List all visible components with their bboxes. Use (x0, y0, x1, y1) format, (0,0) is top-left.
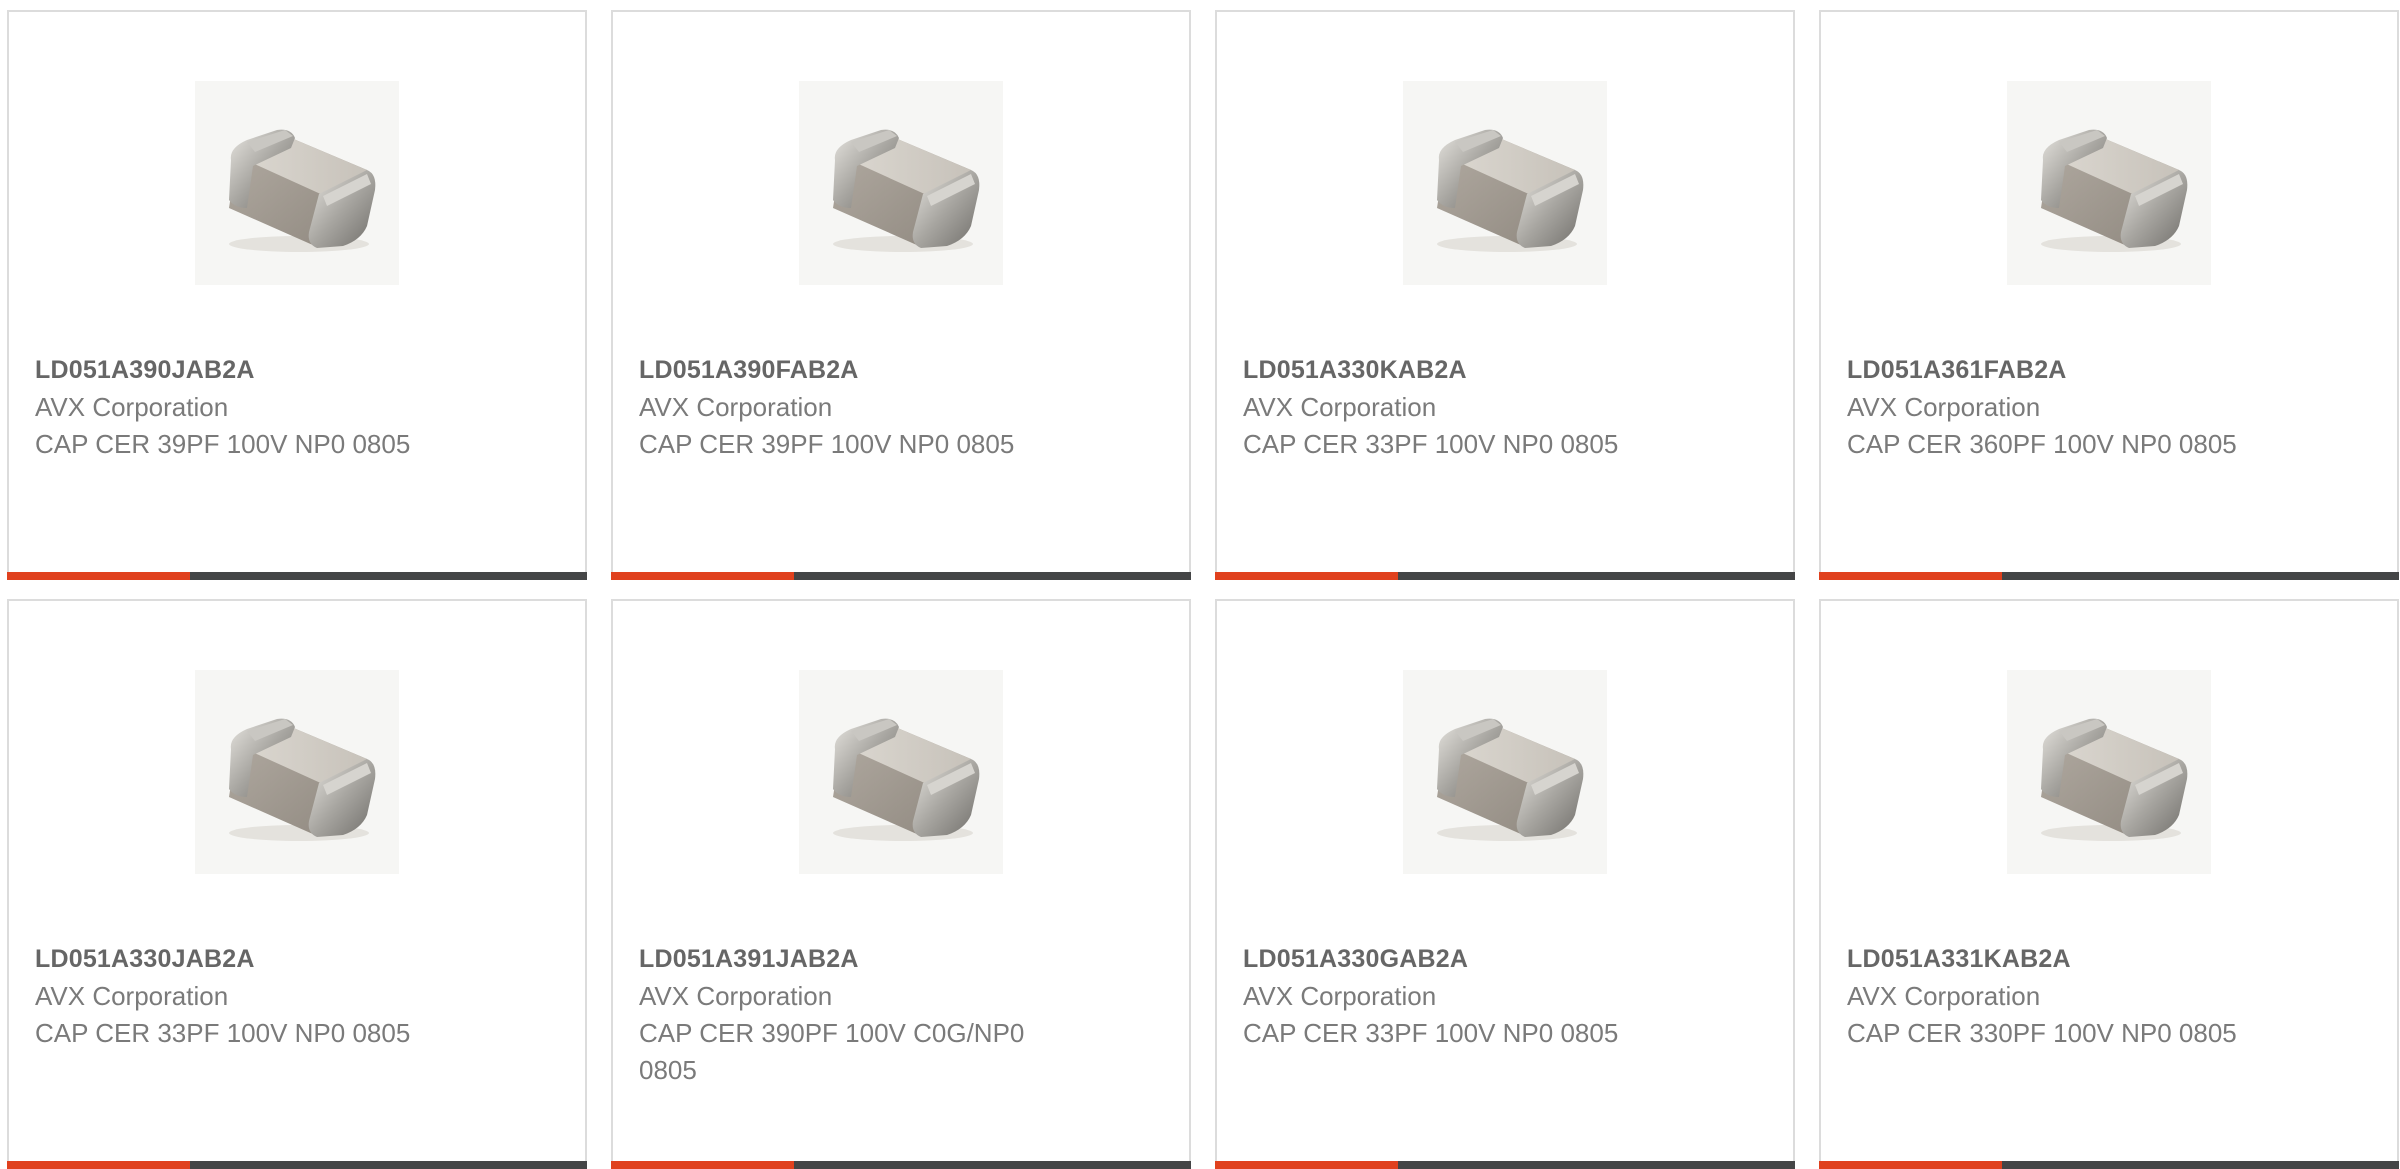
product-image[interactable] (1403, 670, 1607, 874)
product-info: LD051A331KAB2A AVX Corporation CAP CER 3… (1847, 940, 2267, 1052)
product-image[interactable] (2007, 81, 2211, 285)
product-card[interactable]: LD051A361FAB2A AVX Corporation CAP CER 3… (1819, 10, 2399, 580)
product-card[interactable]: LD051A330JAB2A AVX Corporation CAP CER 3… (7, 599, 587, 1169)
card-accent-bar (611, 572, 1191, 580)
card-accent-bar (1215, 572, 1795, 580)
ceramic-capacitor-chip-icon (2041, 129, 2188, 252)
card-accent-bar (7, 1161, 587, 1169)
product-card[interactable]: LD051A390FAB2A AVX Corporation CAP CER 3… (611, 10, 1191, 580)
product-info: LD051A330JAB2A AVX Corporation CAP CER 3… (35, 940, 455, 1052)
manufacturer: AVX Corporation (35, 392, 229, 422)
product-image[interactable] (799, 670, 1003, 874)
manufacturer: AVX Corporation (1243, 392, 1437, 422)
product-info: LD051A330GAB2A AVX Corporation CAP CER 3… (1243, 940, 1663, 1052)
ceramic-capacitor-chip-icon (229, 718, 376, 841)
product-image[interactable] (799, 81, 1003, 285)
manufacturer: AVX Corporation (1243, 981, 1437, 1011)
product-card[interactable]: LD051A331KAB2A AVX Corporation CAP CER 3… (1819, 599, 2399, 1169)
product-info: LD051A391JAB2A AVX Corporation CAP CER 3… (639, 940, 1059, 1089)
part-number[interactable]: LD051A361FAB2A (1847, 351, 2267, 389)
part-number[interactable]: LD051A330KAB2A (1243, 351, 1663, 389)
manufacturer: AVX Corporation (639, 392, 833, 422)
product-image[interactable] (195, 670, 399, 874)
card-accent-bar (1819, 1161, 2399, 1169)
part-number[interactable]: LD051A331KAB2A (1847, 940, 2267, 978)
product-description: CAP CER 390PF 100V C0G/NP0 0805 (639, 1018, 1025, 1085)
product-card[interactable]: LD051A330GAB2A AVX Corporation CAP CER 3… (1215, 599, 1795, 1169)
manufacturer: AVX Corporation (639, 981, 833, 1011)
part-number[interactable]: LD051A391JAB2A (639, 940, 1059, 978)
card-accent-bar (7, 572, 587, 580)
product-description: CAP CER 33PF 100V NP0 0805 (1243, 429, 1619, 459)
product-card[interactable]: LD051A330KAB2A AVX Corporation CAP CER 3… (1215, 10, 1795, 580)
product-grid: LD051A390JAB2A AVX Corporation CAP CER 3… (7, 10, 2399, 1169)
product-info: LD051A330KAB2A AVX Corporation CAP CER 3… (1243, 351, 1663, 463)
manufacturer: AVX Corporation (1847, 392, 2041, 422)
part-number[interactable]: LD051A330JAB2A (35, 940, 455, 978)
part-number[interactable]: LD051A390FAB2A (639, 351, 1059, 389)
part-number[interactable]: LD051A390JAB2A (35, 351, 455, 389)
ceramic-capacitor-chip-icon (1437, 129, 1584, 252)
product-description: CAP CER 39PF 100V NP0 0805 (639, 429, 1015, 459)
product-card[interactable]: LD051A390JAB2A AVX Corporation CAP CER 3… (7, 10, 587, 580)
ceramic-capacitor-chip-icon (833, 718, 980, 841)
card-accent-bar (1819, 572, 2399, 580)
product-description: CAP CER 33PF 100V NP0 0805 (35, 1018, 411, 1048)
product-info: LD051A390JAB2A AVX Corporation CAP CER 3… (35, 351, 455, 463)
ceramic-capacitor-chip-icon (1437, 718, 1584, 841)
card-accent-bar (611, 1161, 1191, 1169)
product-card[interactable]: LD051A391JAB2A AVX Corporation CAP CER 3… (611, 599, 1191, 1169)
ceramic-capacitor-chip-icon (833, 129, 980, 252)
ceramic-capacitor-chip-icon (2041, 718, 2188, 841)
manufacturer: AVX Corporation (1847, 981, 2041, 1011)
product-info: LD051A361FAB2A AVX Corporation CAP CER 3… (1847, 351, 2267, 463)
product-description: CAP CER 330PF 100V NP0 0805 (1847, 1018, 2237, 1048)
product-description: CAP CER 360PF 100V NP0 0805 (1847, 429, 2237, 459)
ceramic-capacitor-chip-icon (229, 129, 376, 252)
product-image[interactable] (1403, 81, 1607, 285)
product-image[interactable] (2007, 670, 2211, 874)
product-description: CAP CER 39PF 100V NP0 0805 (35, 429, 411, 459)
part-number[interactable]: LD051A330GAB2A (1243, 940, 1663, 978)
manufacturer: AVX Corporation (35, 981, 229, 1011)
product-description: CAP CER 33PF 100V NP0 0805 (1243, 1018, 1619, 1048)
product-info: LD051A390FAB2A AVX Corporation CAP CER 3… (639, 351, 1059, 463)
card-accent-bar (1215, 1161, 1795, 1169)
product-image[interactable] (195, 81, 399, 285)
